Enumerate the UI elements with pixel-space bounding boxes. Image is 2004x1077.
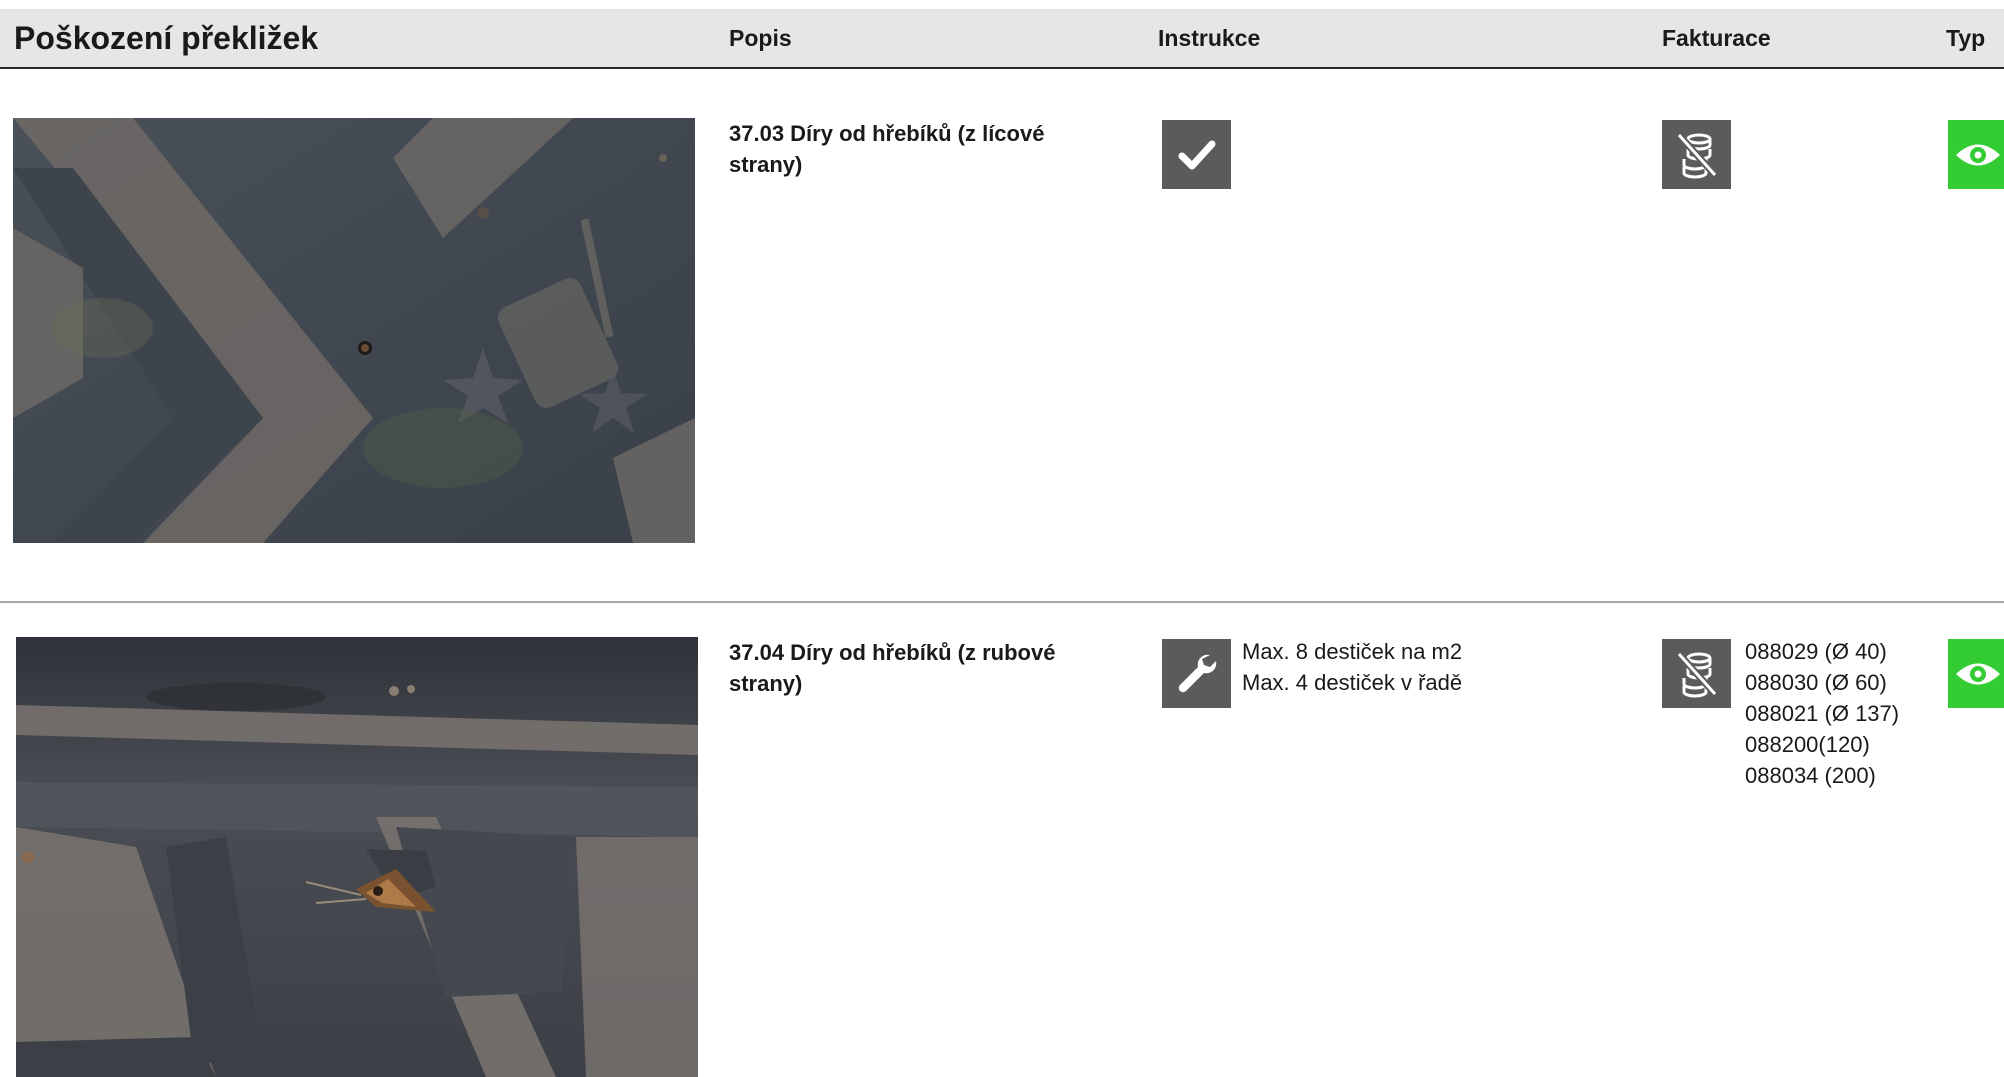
damage-description-2: 37.04 Díry od hřebíků (z rubové strany) — [729, 637, 1109, 699]
instruction-line: Max. 8 destiček na m2 — [1242, 639, 1463, 664]
billing-code: 088034 (200) — [1745, 763, 1876, 788]
damage-photo-2 — [16, 637, 698, 1077]
coins-crossed-icon — [1662, 120, 1731, 189]
instruction-line: Max. 4 destiček v řadě — [1242, 670, 1463, 695]
column-header-instrukce: Instrukce — [1158, 25, 1261, 51]
wrench-icon — [1162, 639, 1231, 708]
table-header: Poškození překližek Popis Instrukce Fakt… — [0, 9, 2004, 69]
billing-code: 088021 (Ø 137) — [1745, 701, 1900, 726]
damage-description-1: 37.03 Díry od hřebíků (z lícové strany) — [729, 118, 1109, 180]
page-title: Poškození překližek — [14, 20, 319, 56]
eye-icon — [1948, 639, 2004, 708]
description-line: strany) — [729, 152, 803, 177]
description-line: strany) — [729, 671, 803, 696]
billing-codes: 088029 (Ø 40) 088030 (Ø 60) 088021 (Ø 13… — [1745, 636, 1899, 791]
description-line: 37.04 Díry od hřebíků (z rubové — [729, 640, 1056, 665]
checkmark-icon — [1162, 120, 1231, 189]
column-header-typ: Typ — [1946, 25, 1986, 51]
billing-code: 088029 (Ø 40) — [1745, 639, 1887, 664]
billing-code: 088030 (Ø 60) — [1745, 670, 1887, 695]
eye-icon — [1948, 120, 2004, 189]
damage-photo-1 — [13, 118, 695, 543]
column-header-popis: Popis — [729, 25, 792, 51]
coins-crossed-icon — [1662, 639, 1731, 708]
billing-code: 088200(120) — [1745, 732, 1870, 757]
column-header-fakturace: Fakturace — [1662, 25, 1771, 51]
instruction-text: Max. 8 destiček na m2 Max. 4 destiček v … — [1242, 636, 1462, 698]
row-divider — [0, 601, 2004, 603]
description-line: 37.03 Díry od hřebíků (z lícové — [729, 121, 1045, 146]
